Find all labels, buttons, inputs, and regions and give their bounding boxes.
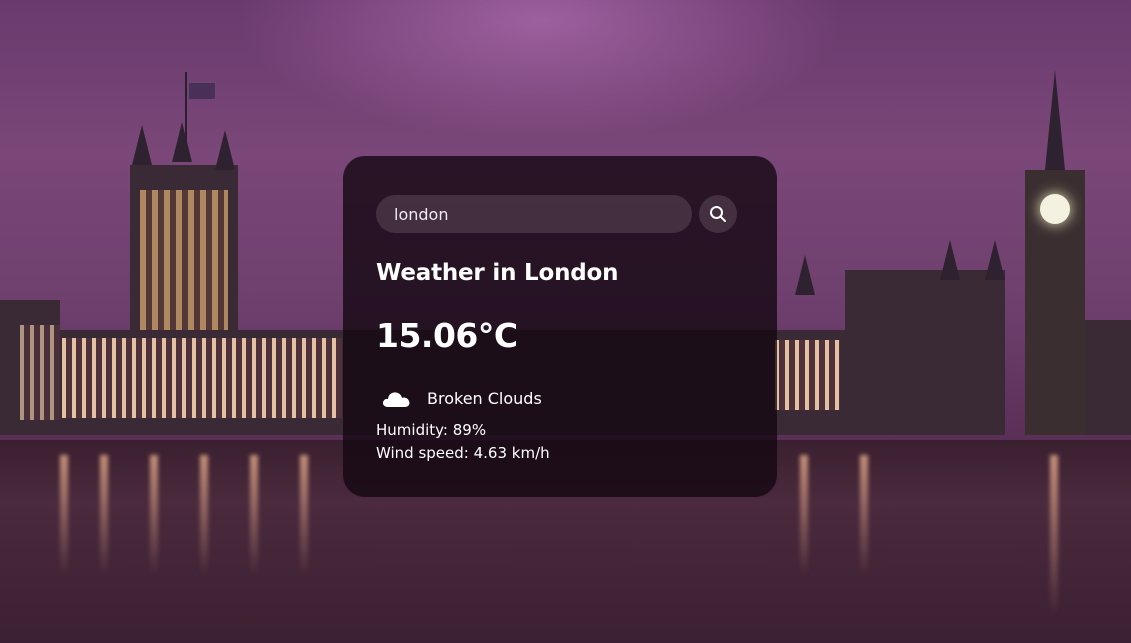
light-reflection [200,455,208,575]
flagpole [185,72,187,142]
light-reflection [300,455,308,575]
light-reflection [250,455,258,575]
humidity-text: Humidity: 89% [376,421,487,439]
palace-windows [62,338,342,418]
search-icon [710,206,726,222]
search-input[interactable] [376,195,692,233]
weather-card: Weather in London 15.06°C Broken Clouds … [343,156,777,497]
tower-spire [215,130,235,170]
wind-speed-text: Wind speed: 4.63 km/h [376,444,550,462]
tower-spire [940,240,960,280]
palace-windows [775,340,840,410]
flag [188,82,216,100]
tower-spire [985,240,1005,280]
light-reflection [800,455,808,575]
cloud-icon [382,392,410,407]
light-reflection [150,455,158,575]
tower-spire [172,122,192,162]
palace-right-block [845,270,1005,435]
palace-windows [20,325,60,420]
tower-spire [795,255,815,295]
light-reflection [100,455,108,575]
clock-face [1040,194,1070,224]
light-reflection [1050,455,1058,615]
clock-tower-spire [1045,70,1065,170]
light-reflection [60,455,68,575]
weather-description: Broken Clouds [427,388,542,408]
city-title: Weather in London [376,260,619,286]
right-building [1085,320,1131,435]
temperature: 15.06°C [376,316,518,355]
search-button[interactable] [699,195,737,233]
victoria-tower-windows [140,190,228,330]
light-reflection [860,455,868,575]
condition-row: Broken Clouds [381,385,542,411]
search-bar [376,195,737,233]
tower-spire [132,125,152,165]
